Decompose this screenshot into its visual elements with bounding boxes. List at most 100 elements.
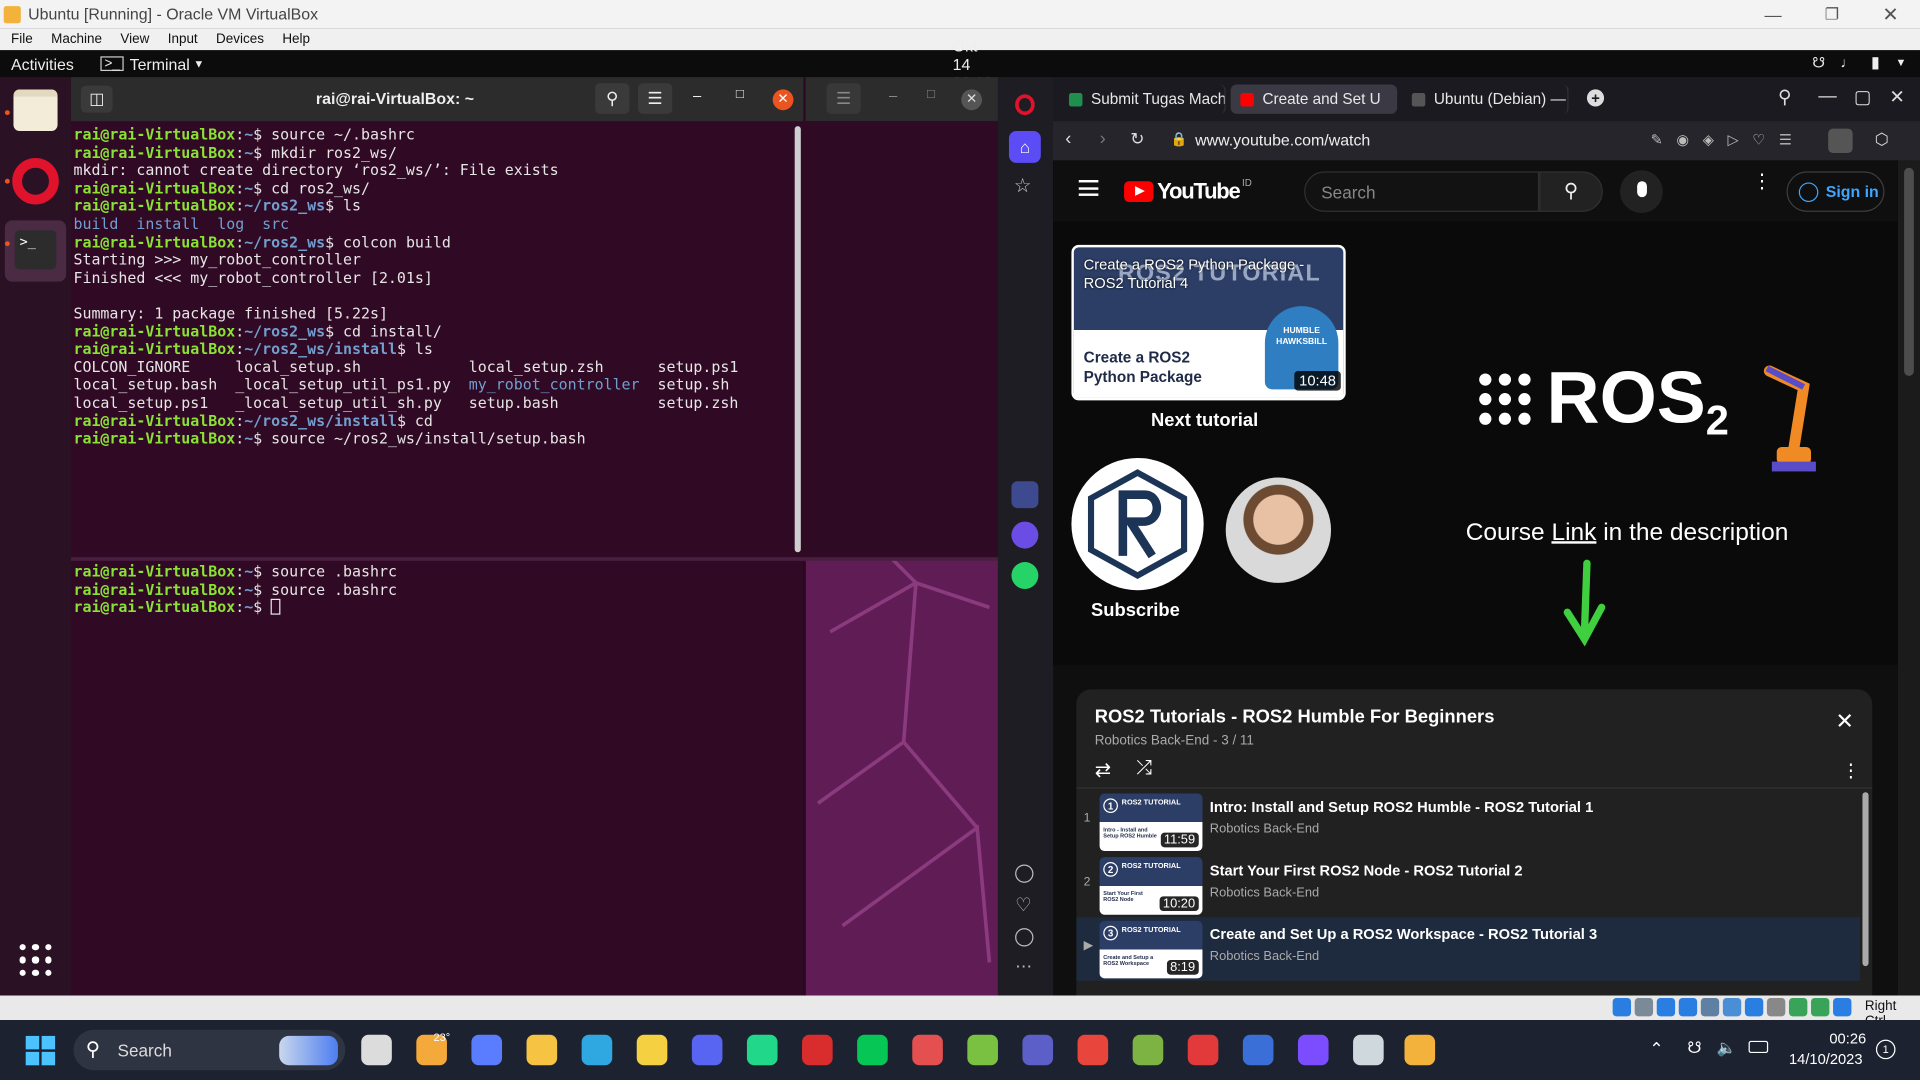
playlist-item[interactable]: 1 1 ROS2 TUTORIAL Intro - Install and Setup… <box>1076 790 1860 854</box>
terminal-icon[interactable] <box>967 1034 998 1066</box>
activities-button[interactable]: Activities <box>11 54 74 72</box>
volume-icon[interactable]: ♩ <box>1840 54 1855 71</box>
power-chevron-icon[interactable]: ▼ <box>1896 56 1907 68</box>
shared-folder-icon[interactable] <box>1722 997 1742 1017</box>
voice-search-button[interactable] <box>1620 170 1663 214</box>
terminal-dock-item[interactable]: >_ <box>4 220 67 282</box>
close-playlist-icon[interactable]: ✕ <box>1836 709 1854 735</box>
channel-avatar[interactable] <box>1071 457 1204 591</box>
close-icon[interactable]: ✕ <box>772 89 794 111</box>
network-icon[interactable] <box>1678 997 1698 1017</box>
battery-icon[interactable] <box>1748 1040 1769 1054</box>
more-icon[interactable]: ⋯ <box>1015 956 1032 977</box>
line-icon[interactable] <box>857 1034 888 1066</box>
zoom-icon[interactable] <box>471 1034 503 1066</box>
playlist-item[interactable]: ▶ 3 ROS2 TUTORIAL Create and Setup a ROS2 W… <box>1076 917 1861 981</box>
url-field[interactable]: www.youtube.com/watch <box>1195 131 1370 149</box>
aria-icon[interactable] <box>1011 481 1039 509</box>
next-video-card[interactable]: ROS2 TUTORIAL Create a ROS2 Python Packa… <box>1071 244 1346 401</box>
course-link[interactable]: Link <box>1551 519 1596 546</box>
maximize-icon[interactable]: □ <box>927 87 935 102</box>
youtube-logo[interactable]: YouTube ID <box>1124 178 1252 205</box>
network-icon[interactable]: ☋ <box>1812 54 1825 71</box>
pycharm-icon[interactable] <box>746 1034 778 1066</box>
list-icon[interactable]: ☰ <box>1779 131 1792 148</box>
back-icon[interactable]: ‹ <box>1065 129 1071 150</box>
teams-icon[interactable] <box>1022 1034 1054 1066</box>
menu-devices[interactable]: Devices <box>216 32 264 47</box>
forward-icon[interactable]: › <box>1100 129 1106 150</box>
more-options-icon[interactable]: ⋮ <box>1752 172 1772 192</box>
terminal-bottom-pane[interactable]: rai@rai-VirtualBox:~$ source .bashrc rai@… <box>71 562 804 996</box>
new-tab-icon[interactable]: ◫ <box>80 85 113 113</box>
qgis-icon[interactable] <box>1132 1034 1164 1066</box>
video-player[interactable]: ROS2 TUTORIAL Create a ROS2 Python Packa… <box>1053 221 1898 665</box>
volume-icon[interactable]: 🔈 <box>1717 1038 1737 1058</box>
battery-icon[interactable]: ▮ <box>1871 53 1880 73</box>
playlist-scrollbar[interactable] <box>1862 792 1869 967</box>
github-icon[interactable] <box>1297 1034 1329 1066</box>
player-icon[interactable] <box>1015 864 1034 883</box>
virtualbox-icon[interactable] <box>1404 1034 1436 1066</box>
chrome-icon[interactable] <box>1077 1034 1109 1066</box>
recording-icon[interactable] <box>1766 997 1786 1017</box>
display-icon[interactable] <box>1744 997 1764 1017</box>
playlist-item[interactable]: 2 2 ROS2 TUTORIAL Start Your First ROS2 Nod… <box>1076 853 1860 917</box>
optical-icon[interactable] <box>1634 997 1654 1017</box>
menu-help[interactable]: Help <box>282 32 310 47</box>
menu-icon[interactable]: ☰ <box>637 83 673 114</box>
profile-icon[interactable] <box>1828 128 1853 154</box>
send-icon[interactable]: ▷ <box>1727 131 1738 148</box>
show-apps-icon[interactable] <box>19 944 52 976</box>
lumion-icon[interactable] <box>802 1034 833 1066</box>
sticky-notes-icon[interactable] <box>636 1034 668 1066</box>
usb-icon[interactable] <box>1700 997 1720 1017</box>
sign-in-button[interactable]: Sign in <box>1786 171 1885 212</box>
search-button[interactable]: ⚲ <box>1539 171 1603 212</box>
new-tab-icon[interactable]: + <box>1586 89 1605 107</box>
notification-badge[interactable]: 1 <box>1875 1039 1896 1060</box>
autodesk-icon[interactable] <box>1187 1034 1219 1066</box>
close-icon[interactable]: ✕ <box>1889 86 1904 108</box>
messenger-icon[interactable] <box>1011 521 1039 549</box>
terminal-top-pane[interactable]: rai@rai-VirtualBox:~$ source ~/.bashrc ra… <box>71 121 803 557</box>
minimize-icon[interactable]: — <box>1818 86 1836 107</box>
game-icon[interactable] <box>912 1034 943 1066</box>
playlist-title[interactable]: ROS2 Tutorials - ROS2 Humble For Beginne… <box>1095 707 1495 728</box>
mouse-icon[interactable] <box>1811 997 1830 1017</box>
home-icon[interactable]: ⌂ <box>1008 131 1041 163</box>
clock-time[interactable]: 00:26 <box>1829 1030 1866 1047</box>
heart-icon[interactable]: ♡ <box>1752 131 1765 148</box>
opera-dock-item[interactable] <box>12 157 59 205</box>
shield-icon[interactable]: ◈ <box>1703 131 1714 148</box>
search-input[interactable]: Search <box>1304 171 1540 212</box>
bookmarks-icon[interactable]: ☆ <box>1014 174 1032 198</box>
playlist-more-icon[interactable]: ⋮ <box>1842 759 1860 781</box>
start-button[interactable] <box>25 1035 56 1066</box>
pane-scrollbar[interactable] <box>794 126 801 553</box>
app-menu-terminal[interactable]: Terminal <box>130 54 190 72</box>
hamburger-icon[interactable] <box>1078 180 1099 196</box>
file-manager-icon[interactable] <box>361 1034 392 1066</box>
browser-tab[interactable]: Submit Tugas Mach <box>1059 84 1226 114</box>
maximize-icon[interactable]: □ <box>736 87 744 102</box>
hdd-icon[interactable] <box>1612 997 1632 1017</box>
clock-date[interactable]: 14/10/2023 <box>1789 1051 1863 1068</box>
menu-icon[interactable]: ☰ <box>826 83 861 114</box>
presenter-avatar[interactable] <box>1225 477 1332 583</box>
discord-icon[interactable] <box>691 1034 723 1066</box>
browser-tab[interactable]: Create and Set U <box>1230 84 1398 114</box>
close-icon[interactable]: ✕ <box>961 89 983 111</box>
search-icon[interactable]: ⚲ <box>595 83 630 114</box>
wifi-icon[interactable]: ☋ <box>1687 1038 1701 1058</box>
menu-input[interactable]: Input <box>168 32 198 47</box>
taskbar-search[interactable]: ⚲ Search <box>73 1029 346 1071</box>
minimize-icon[interactable]: – <box>693 87 701 104</box>
pane-divider[interactable] <box>71 557 998 561</box>
vs-icon[interactable] <box>1242 1034 1274 1066</box>
opera-logo-icon[interactable] <box>1015 94 1035 116</box>
subscribe-label[interactable]: Subscribe <box>1091 600 1180 621</box>
browser-tab[interactable]: Ubuntu (Debian) — <box>1402 84 1569 114</box>
show-hidden-icon[interactable]: ⌃ <box>1649 1038 1663 1059</box>
heart-icon[interactable]: ♡ <box>1015 894 1031 916</box>
